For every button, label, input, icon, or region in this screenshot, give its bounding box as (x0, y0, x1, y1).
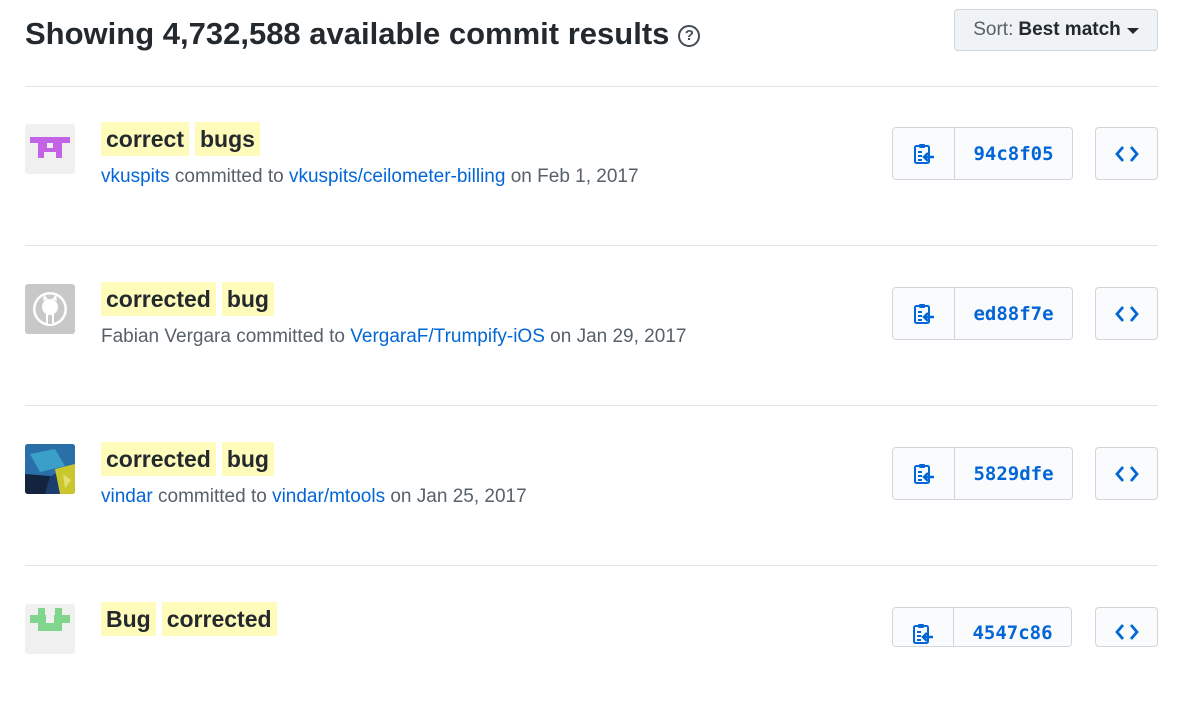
commit-result: corrected bug Fabian Vergara committed t… (25, 246, 1158, 406)
commit-meta: vkuspits committed to vkuspits/ceilomete… (101, 166, 639, 188)
commit-result: Bug corrected 4547c86 (25, 566, 1158, 726)
commit-sha-link[interactable]: 5829dfe (955, 448, 1072, 499)
on-text: on (510, 166, 532, 187)
sort-label: Sort: (973, 19, 1014, 40)
author-link[interactable]: vindar (101, 486, 153, 507)
repo-link[interactable]: vindar/mtools (272, 486, 385, 507)
copy-sha-button[interactable] (893, 448, 955, 499)
on-text: on (550, 326, 572, 347)
author-link[interactable]: vkuspits (101, 166, 170, 187)
repo-link[interactable]: vkuspits/ceilometer-billing (289, 166, 505, 187)
browse-repo-button[interactable] (1095, 127, 1158, 180)
highlighted-word[interactable]: correct (101, 122, 189, 156)
code-icon (1114, 305, 1139, 322)
commit-sha-group: ed88f7e (892, 287, 1073, 340)
commit-date: Feb 1, 2017 (537, 166, 639, 187)
code-icon (1114, 145, 1139, 162)
clippy-icon (913, 624, 933, 644)
avatar[interactable] (25, 604, 75, 654)
on-text: on (390, 486, 412, 507)
committed-to-text: committed to (174, 166, 284, 187)
commit-sha-link[interactable]: 4547c86 (954, 608, 1071, 646)
commit-message[interactable]: corrected bug (101, 282, 280, 316)
sort-value: Best match (1018, 19, 1121, 40)
commit-meta: vindar committed to vindar/mtools on Jan… (101, 486, 527, 508)
code-icon (1114, 624, 1139, 640)
commit-result: correct bugs vkuspits committed to vkusp… (25, 86, 1158, 246)
results-header: Showing 4,732,588 available commit resul… (25, 0, 1158, 87)
browse-repo-button[interactable] (1095, 447, 1158, 500)
results-count-text: Showing 4,732,588 available commit resul… (25, 16, 670, 51)
highlighted-word[interactable]: corrected (101, 282, 216, 316)
results-title: Showing 4,732,588 available commit resul… (25, 16, 701, 52)
commit-sha-group: 4547c86 (892, 607, 1072, 647)
commit-message[interactable]: Bug corrected (101, 602, 283, 636)
commit-message[interactable]: corrected bug (101, 442, 280, 476)
avatar[interactable] (25, 284, 75, 334)
clippy-icon (913, 303, 934, 324)
avatar[interactable] (25, 444, 75, 494)
commit-date: Jan 25, 2017 (416, 486, 527, 507)
sort-dropdown-button[interactable]: Sort: Best match (954, 9, 1158, 51)
copy-sha-button[interactable] (893, 288, 955, 339)
repo-link[interactable]: VergaraF/Trumpify-iOS (350, 326, 545, 347)
caret-down-icon (1126, 28, 1139, 34)
commit-meta: Fabian Vergara committed to VergaraF/Tru… (101, 326, 686, 348)
commit-sha-link[interactable]: ed88f7e (955, 288, 1072, 339)
highlighted-word[interactable]: Bug (101, 602, 156, 636)
highlighted-word[interactable]: bugs (194, 122, 260, 156)
author-name: Fabian Vergara (101, 326, 231, 347)
copy-sha-button[interactable] (893, 608, 954, 646)
commit-date: Jan 29, 2017 (576, 326, 687, 347)
commit-sha-group: 94c8f05 (892, 127, 1073, 180)
clippy-icon (913, 463, 934, 484)
commit-sha-group: 5829dfe (892, 447, 1073, 500)
avatar[interactable] (25, 124, 75, 174)
browse-repo-button[interactable] (1095, 287, 1158, 340)
highlighted-word[interactable]: corrected (101, 442, 216, 476)
copy-sha-button[interactable] (893, 128, 955, 179)
commit-result: corrected bug vindar committed to vindar… (25, 406, 1158, 566)
help-icon[interactable]: ? (678, 24, 701, 47)
code-icon (1114, 465, 1139, 482)
committed-to-text: committed to (158, 486, 267, 507)
committed-to-text: committed to (236, 326, 345, 347)
browse-repo-button[interactable] (1095, 607, 1158, 647)
highlighted-word[interactable]: corrected (161, 602, 277, 636)
highlighted-word[interactable]: bug (221, 282, 274, 316)
commit-sha-link[interactable]: 94c8f05 (955, 128, 1072, 179)
clippy-icon (913, 143, 934, 164)
highlighted-word[interactable]: bug (221, 442, 274, 476)
commit-message[interactable]: correct bugs (101, 122, 266, 156)
